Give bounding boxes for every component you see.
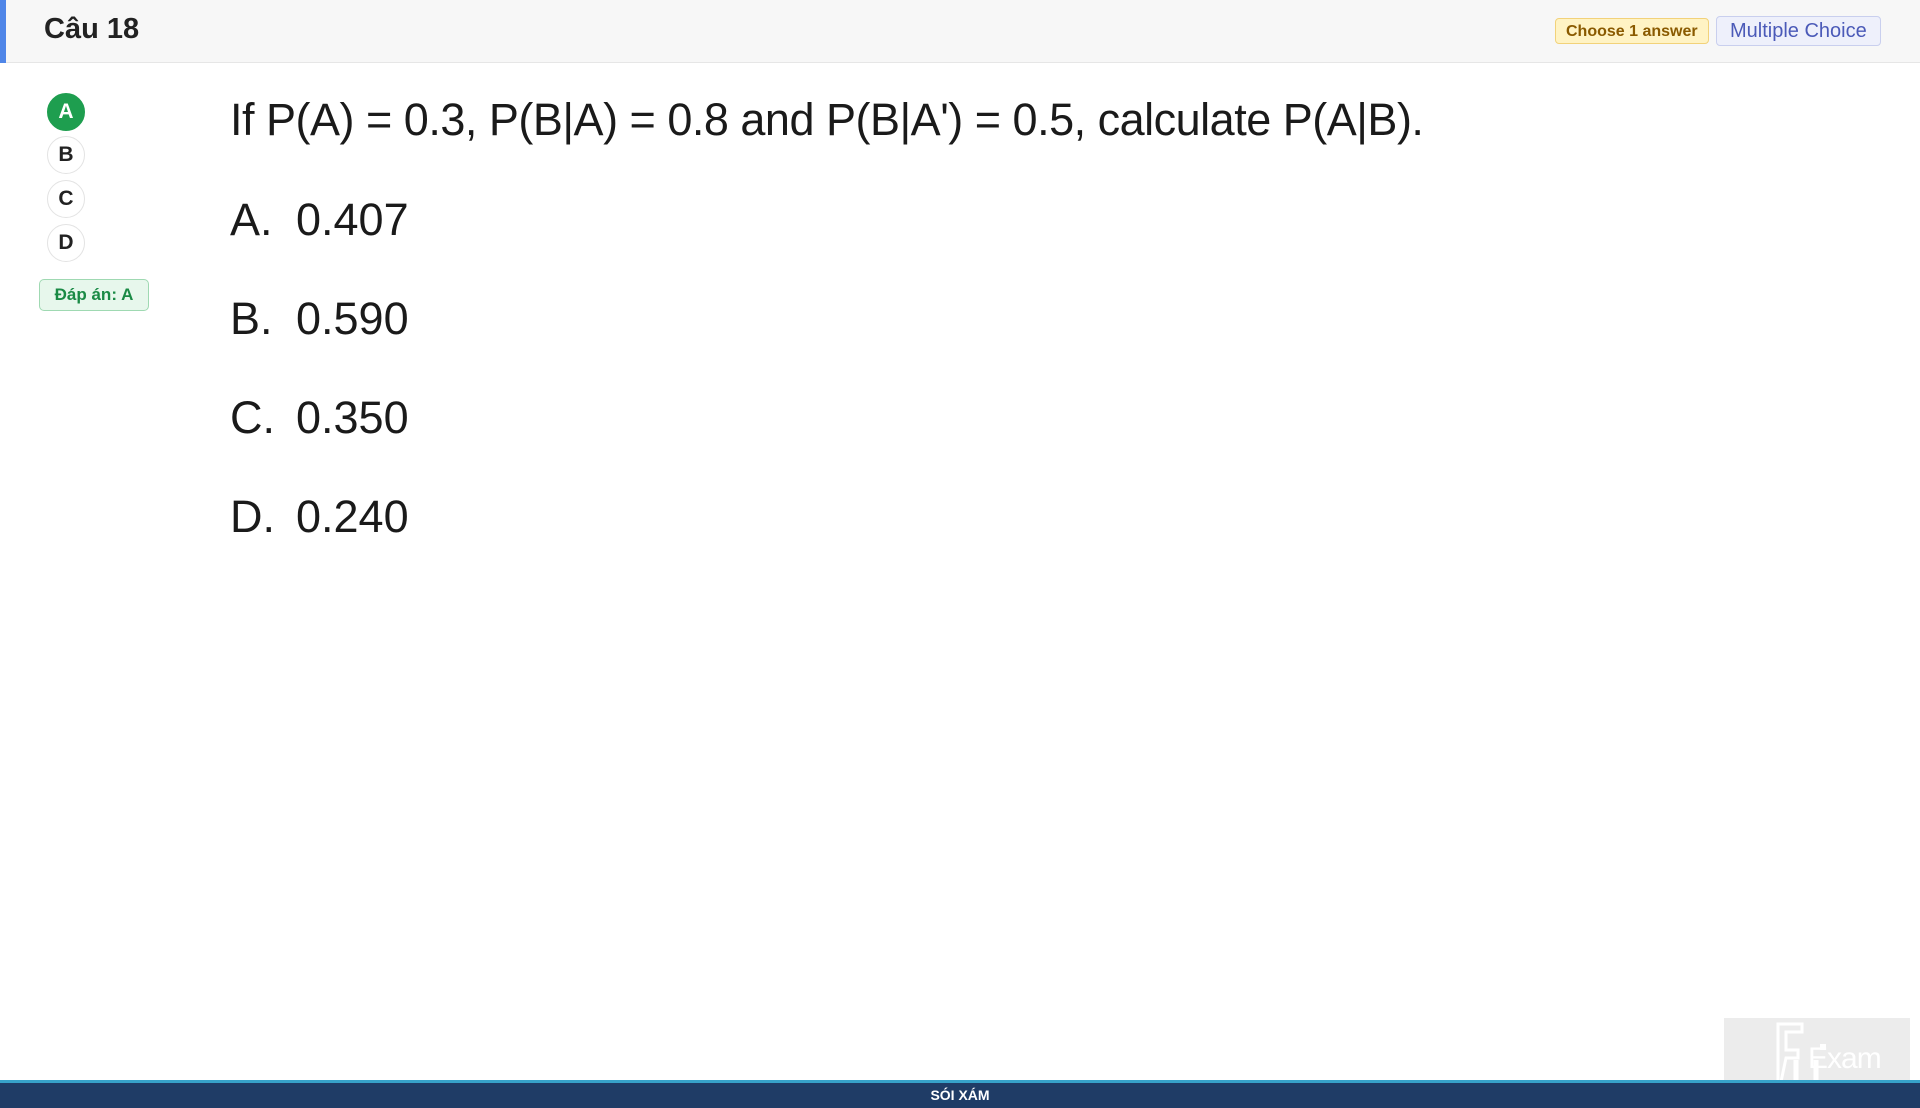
choice-d: D. 0.240	[230, 491, 409, 543]
choice-letter: D.	[230, 491, 275, 542]
footer-bar: SÓI XÁM	[0, 1080, 1920, 1108]
answer-option-a[interactable]: A	[47, 93, 85, 131]
question-header: Câu 18 Choose 1 answer Multiple Choice	[0, 0, 1920, 63]
choose-count-badge: Choose 1 answer	[1555, 18, 1709, 44]
choice-value: 0.590	[296, 293, 409, 344]
correct-answer-badge: Đáp án: A	[39, 279, 149, 311]
header-accent-bar	[0, 0, 6, 63]
question-text: If P(A) = 0.3, P(B|A) = 0.8 and P(B|A') …	[230, 94, 1424, 145]
answer-option-b[interactable]: B	[47, 136, 85, 174]
answer-option-d[interactable]: D	[47, 224, 85, 262]
choice-value: 0.350	[296, 392, 409, 443]
choice-a: A. 0.407	[230, 194, 409, 246]
answer-option-c[interactable]: C	[47, 180, 85, 218]
quiz-page: Câu 18 Choose 1 answer Multiple Choice A…	[0, 0, 1920, 1108]
choice-letter: B.	[230, 293, 273, 344]
choice-value: 0.240	[296, 491, 409, 542]
choice-c: C. 0.350	[230, 392, 409, 444]
question-type-badge: Multiple Choice	[1716, 16, 1881, 46]
question-number-title: Câu 18	[44, 13, 140, 45]
choice-letter: A.	[230, 194, 273, 245]
choice-letter: C.	[230, 392, 275, 443]
choice-value: 0.407	[296, 194, 409, 245]
watermark-text: Exam	[1808, 1042, 1882, 1075]
choice-b: B. 0.590	[230, 293, 409, 345]
